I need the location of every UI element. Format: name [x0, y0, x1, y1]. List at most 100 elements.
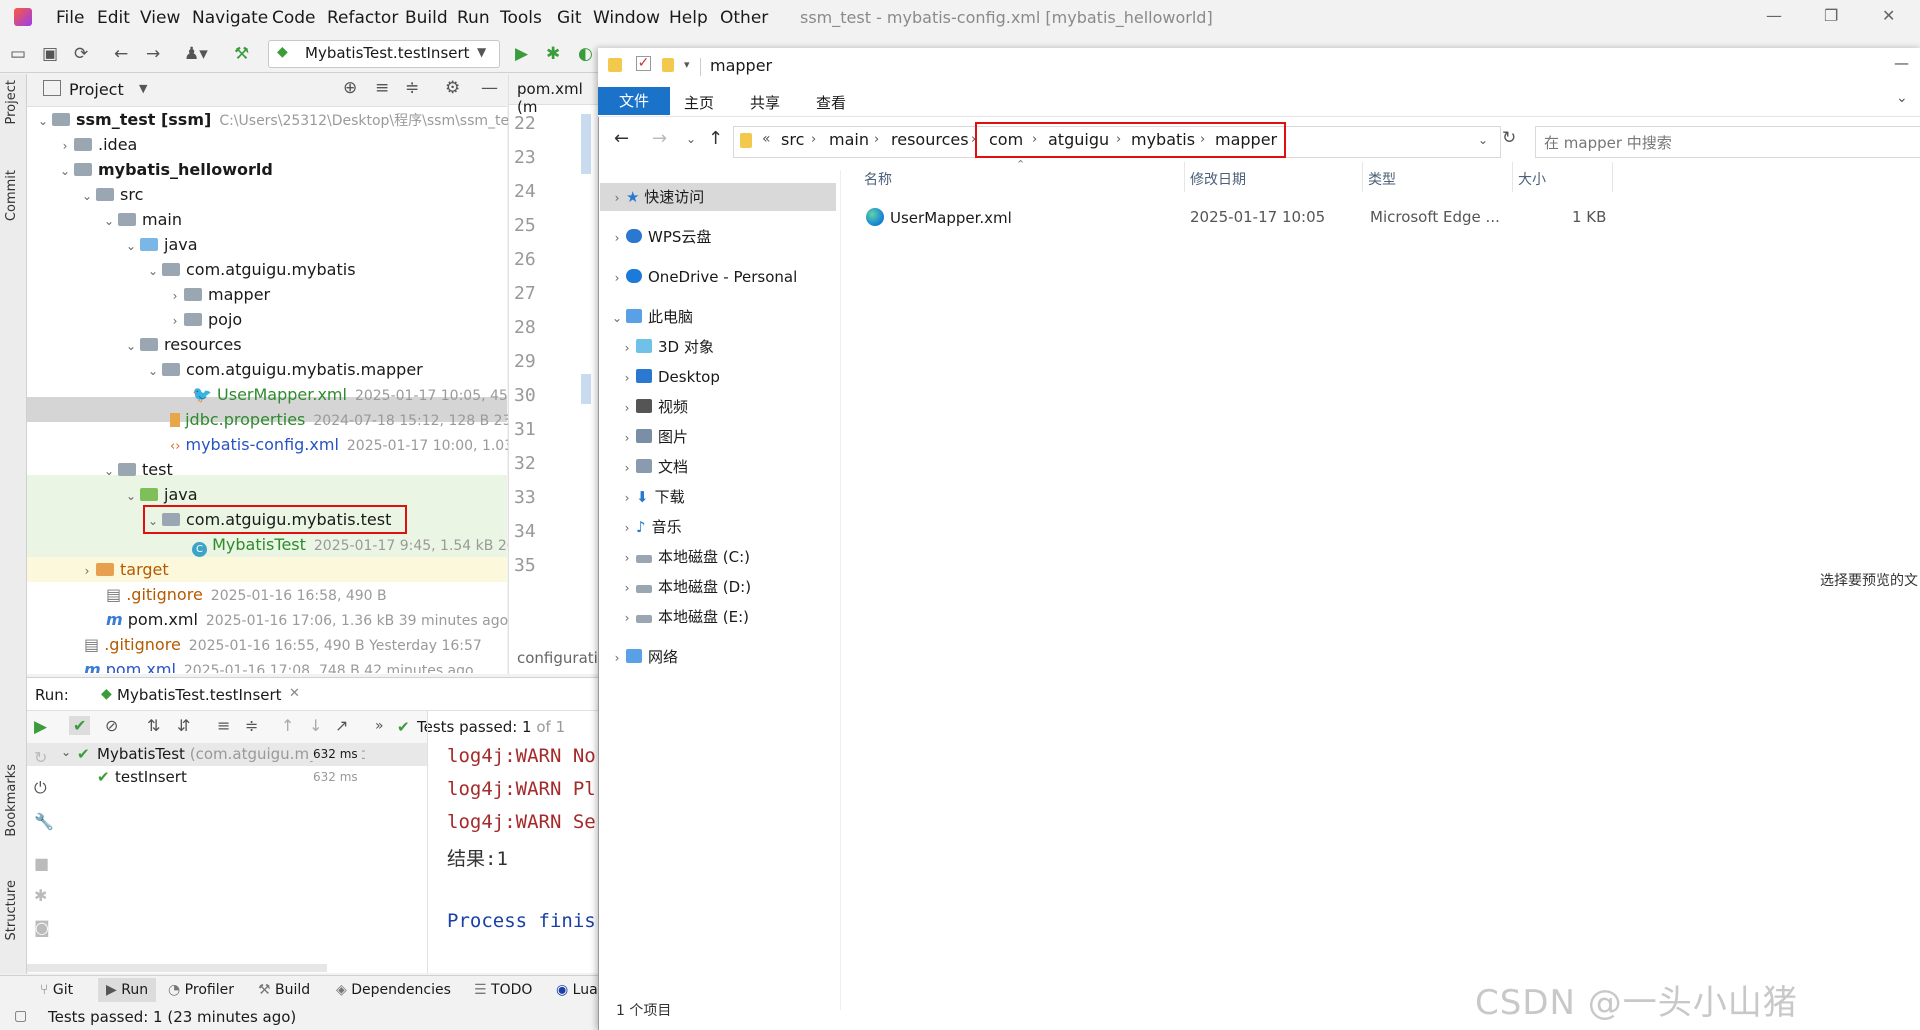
chevron-down-icon[interactable]: ⌄: [61, 745, 71, 759]
bottom-tab-lua[interactable]: ◉ Lua: [556, 982, 598, 998]
next-failed-icon[interactable]: ↓: [309, 716, 322, 735]
sort-duration-icon[interactable]: ⇵: [177, 716, 190, 735]
side-tab-structure[interactable]: Structure: [4, 880, 19, 940]
nav-drive-e[interactable]: › 本地磁盘 (E:): [618, 604, 749, 630]
save-icon[interactable]: ▣: [42, 44, 58, 64]
tree-node-test-java[interactable]: ⌄ java: [122, 482, 198, 507]
nav-this-pc[interactable]: ⌄ 此电脑: [608, 304, 693, 330]
search-box[interactable]: 在 mapper 中搜索: [1535, 126, 1920, 158]
side-tab-commit[interactable]: Commit: [4, 170, 19, 221]
bottom-tab-git[interactable]: ⑂ Git: [40, 982, 73, 998]
run-tab[interactable]: MybatisTest.testInsert: [117, 686, 282, 704]
sync-icon[interactable]: ⟳: [74, 44, 88, 64]
chevron-down-icon[interactable]: ⌄: [1896, 90, 1908, 106]
column-header-size[interactable]: 大小: [1518, 169, 1546, 189]
ribbon-tab-view[interactable]: 查看: [816, 92, 846, 113]
properties-check-icon[interactable]: ✓: [636, 56, 651, 71]
new-folder-icon[interactable]: [662, 58, 674, 72]
export-icon[interactable]: ↗: [335, 716, 348, 735]
user-icon[interactable]: ♟▾: [184, 44, 208, 64]
column-header-date[interactable]: 修改日期: [1190, 169, 1246, 189]
recent-dropdown-icon[interactable]: ⌄: [686, 132, 696, 146]
up-arrow-icon[interactable]: ↑: [708, 128, 723, 149]
bottom-tab-build[interactable]: ⚒ Build: [258, 982, 310, 998]
open-folder-icon[interactable]: ▭: [10, 44, 26, 64]
ribbon-tab-home[interactable]: 主页: [684, 92, 714, 113]
gear-icon[interactable]: ⚙: [445, 78, 460, 98]
tree-node-root-gitignore[interactable]: ▤ .gitignore 2025-01-16 16:55, 490 B Yest…: [84, 632, 482, 657]
chevron-down-icon[interactable]: ▼: [139, 82, 147, 95]
tree-node-resources[interactable]: ⌄ resources: [122, 332, 242, 357]
test-case-row[interactable]: testInsert: [115, 768, 187, 786]
tree-node-mybatistest[interactable]: C MybatisTest 2025-01-17 9:45, 1.54 kB 20…: [192, 532, 534, 557]
nav-pictures[interactable]: › 图片: [618, 424, 688, 450]
crumb-separator-icon[interactable]: ›: [811, 132, 816, 147]
nav-documents[interactable]: › 文档: [618, 454, 688, 480]
tree-node-pom-xml[interactable]: m pom.xml 2025-01-16 17:06, 1.36 kB 39 mi…: [106, 607, 508, 632]
nav-3d-objects[interactable]: › 3D 对象: [618, 334, 714, 360]
rerun-icon[interactable]: ▶: [34, 717, 47, 737]
ribbon-tab-file[interactable]: 文件: [598, 87, 670, 115]
nav-desktop[interactable]: › Desktop: [618, 364, 720, 390]
rerun-failed-icon[interactable]: ↻: [34, 748, 47, 767]
run-config-dropdown[interactable]: ◆ MybatisTest.testInsert ▼: [268, 40, 500, 68]
nav-network[interactable]: › 网络: [608, 644, 678, 670]
tree-node-jdbc-properties[interactable]: jdbc.properties 2024-07-18 15:12, 128 B 2…: [170, 407, 530, 432]
file-name-cell[interactable]: UserMapper.xml: [866, 208, 1012, 227]
side-tab-project[interactable]: Project: [4, 80, 19, 124]
sort-alpha-icon[interactable]: ⇅: [147, 716, 160, 735]
coverage-icon[interactable]: ◐: [578, 44, 593, 64]
tree-node-usermapper-xml[interactable]: 🐦 UserMapper.xml 2025-01-17 10:05, 452 B: [192, 382, 531, 407]
refresh-icon[interactable]: ↻: [1502, 128, 1516, 148]
crumb-main[interactable]: main: [829, 130, 869, 149]
minimize-icon[interactable]: —: [1766, 6, 1782, 25]
menu-run[interactable]: Run: [457, 8, 490, 28]
toggle-auto-test-icon[interactable]: ⏻: [34, 778, 47, 798]
bottom-tab-run[interactable]: ▶ Run: [98, 978, 157, 1002]
nav-drive-d[interactable]: › 本地磁盘 (D:): [618, 574, 751, 600]
run-icon[interactable]: ▶: [515, 44, 528, 64]
menu-navigate[interactable]: Navigate: [192, 8, 268, 28]
column-header-name[interactable]: 名称: [864, 169, 892, 189]
tree-node-src[interactable]: ⌄ src: [78, 182, 143, 207]
debug-icon[interactable]: ✱: [546, 44, 560, 64]
tree-node-package[interactable]: ⌄ com.atguigu.mybatis: [144, 257, 356, 282]
collapse-all-icon[interactable]: ≑: [245, 716, 258, 735]
tree-node-java[interactable]: ⌄ java: [122, 232, 198, 257]
nav-wps-cloud[interactable]: › WPS云盘: [608, 224, 712, 250]
minimize-icon[interactable]: —: [1894, 54, 1909, 72]
nav-videos[interactable]: › 视频: [618, 394, 688, 420]
hide-icon[interactable]: —: [481, 78, 498, 98]
back-icon[interactable]: ←: [114, 44, 128, 64]
crumb-resources[interactable]: resources: [891, 130, 969, 149]
expand-all-icon[interactable]: ≡: [217, 716, 230, 735]
bottom-tab-profiler[interactable]: ◔ Profiler: [168, 982, 234, 998]
bottom-tab-dependencies[interactable]: ◈ Dependencies: [336, 982, 451, 998]
forward-icon[interactable]: →: [146, 44, 160, 64]
tree-node-target[interactable]: › target: [78, 557, 169, 582]
camera-icon[interactable]: ◙: [34, 918, 50, 937]
build-hammer-icon[interactable]: ⚒: [234, 44, 249, 64]
tree-node-mybatis-helloworld[interactable]: ⌄ mybatis_helloworld: [56, 157, 273, 182]
tree-node-mapper[interactable]: › mapper: [166, 282, 271, 307]
menu-other[interactable]: Other: [720, 8, 768, 28]
menu-edit[interactable]: Edit: [97, 8, 130, 28]
crumb-separator-icon[interactable]: ›: [874, 132, 879, 147]
status-toggle-icon[interactable]: ▢: [14, 1008, 27, 1024]
menu-code[interactable]: Code: [272, 8, 316, 28]
ribbon-tab-share[interactable]: 共享: [750, 92, 780, 113]
address-dropdown-icon[interactable]: ⌄: [1478, 133, 1488, 147]
bottom-tab-todo[interactable]: ☰ TODO: [474, 982, 532, 998]
show-passed-icon[interactable]: ✔: [69, 716, 91, 735]
tree-node-pojo[interactable]: › pojo: [166, 307, 243, 332]
menu-build[interactable]: Build: [405, 8, 448, 28]
crumb-src[interactable]: src: [781, 130, 804, 149]
back-arrow-icon[interactable]: ←: [614, 128, 629, 149]
menu-tools[interactable]: Tools: [500, 8, 542, 28]
side-tab-bookmarks[interactable]: Bookmarks: [4, 764, 19, 837]
debug-icon[interactable]: ✱: [34, 886, 47, 905]
nav-drive-c[interactable]: › 本地磁盘 (C:): [618, 544, 750, 570]
quick-access-dropdown-icon[interactable]: ▾: [684, 58, 690, 71]
nav-quick-access[interactable]: › ★ 快速访问: [608, 184, 705, 210]
tree-node-mybatis-config[interactable]: ‹› mybatis-config.xml 2025-01-17 10:00, 1…: [170, 432, 535, 457]
